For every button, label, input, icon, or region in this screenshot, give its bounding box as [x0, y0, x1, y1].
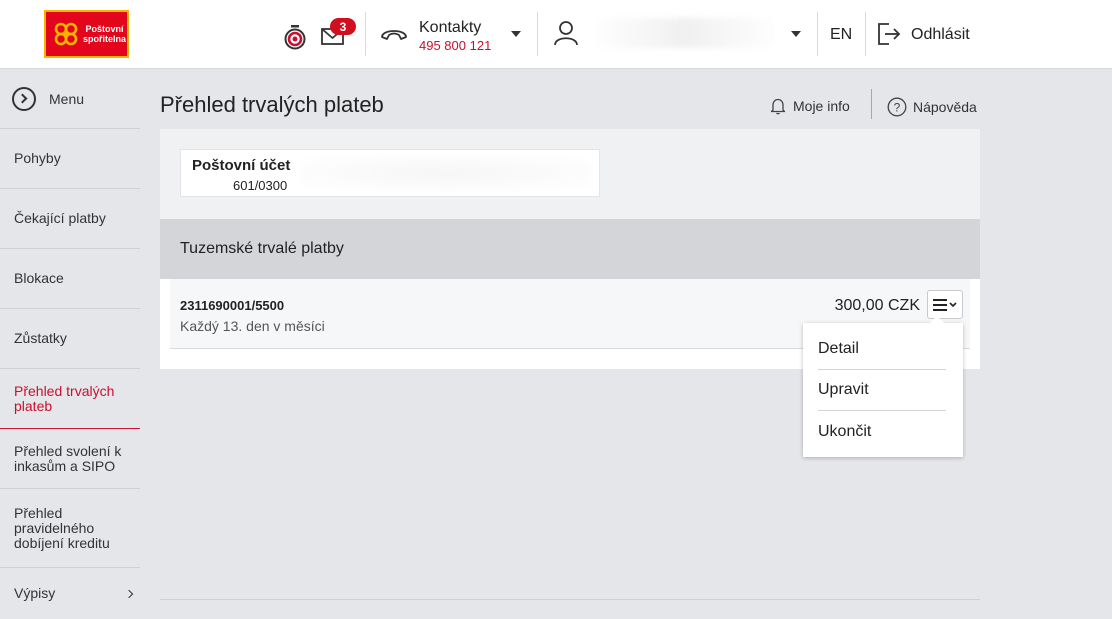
user-name-redacted: [590, 18, 780, 48]
contacts-chevron-down-icon[interactable]: [511, 31, 521, 37]
sidebar-item-label: Přehled svolení k inkasům a SIPO: [14, 442, 122, 474]
svg-text:?: ?: [894, 101, 901, 115]
user-chevron-down-icon[interactable]: [791, 31, 801, 37]
clover-icon: [54, 22, 78, 46]
help-label: Nápověda: [913, 99, 977, 115]
sidebar: Menu Pohyby Čekající platby Blokace Zůst…: [0, 69, 140, 619]
account-selector[interactable]: Poštovní účet 601/0300: [180, 149, 600, 197]
sidebar-item-label: Výpisy: [14, 585, 56, 601]
chevron-right-icon: [124, 589, 134, 598]
link-divider: [871, 89, 872, 119]
sidebar-item-label: Přehled trvalých plateb: [14, 382, 115, 414]
language-switch[interactable]: EN: [830, 26, 852, 44]
mail-count-badge: 3: [330, 18, 356, 35]
header-divider: [817, 12, 818, 56]
section-header: Tuzemské trvalé platby: [160, 219, 980, 279]
dropdown-item-ukoncit[interactable]: Ukončit: [818, 411, 946, 452]
my-info-link[interactable]: Moje info: [769, 97, 850, 115]
sidebar-item-blokace[interactable]: Blokace: [0, 249, 140, 309]
sidebar-item-cekajici-platby[interactable]: Čekající platby: [0, 189, 140, 249]
header-divider: [865, 12, 866, 56]
row-actions-dropdown: Detail Upravit Ukončit: [803, 316, 963, 457]
bell-icon: [770, 98, 786, 115]
logout-icon[interactable]: [877, 22, 901, 46]
phone-icon[interactable]: [380, 26, 408, 42]
payment-frequency: Každý 13. den v měsíci: [180, 318, 325, 334]
account-number: 601/0300: [233, 178, 288, 193]
sidebar-item-label: Čekající platby: [14, 210, 106, 226]
sidebar-item-label: Přehled pravidelného dobíjení kreditu: [14, 504, 110, 551]
chevron-right-circle-icon: [12, 86, 36, 111]
payment-amount: 300,00 CZK: [834, 297, 920, 314]
header-divider: [365, 12, 366, 56]
account-selector-band: Poštovní účet 601/0300: [160, 129, 980, 219]
my-info-label: Moje info: [793, 98, 850, 114]
sidebar-item-prehled-trvalych-plateb[interactable]: Přehled trvalých plateb: [0, 369, 140, 429]
sidebar-item-pohyby[interactable]: Pohyby: [0, 129, 140, 189]
sidebar-item-label: Blokace: [14, 270, 64, 286]
contacts-label[interactable]: Kontakty: [419, 19, 481, 37]
timer-icon[interactable]: [283, 24, 307, 50]
help-icon: ?: [887, 97, 907, 117]
dropdown-item-detail[interactable]: Detail: [818, 329, 946, 370]
sidebar-item-prehled-svoleni[interactable]: Přehled svolení k inkasům a SIPO: [0, 429, 140, 489]
page-title: Přehled trvalých plateb: [160, 92, 384, 117]
footer-divider: [160, 599, 980, 600]
top-header: Poštovní spořitelna 3 Kontakty 495 800 1…: [0, 0, 1112, 69]
header-divider: [537, 12, 538, 56]
sidebar-item-label: Pohyby: [14, 150, 61, 166]
user-icon[interactable]: [553, 20, 579, 46]
sidebar-item-zustatky[interactable]: Zůstatky: [0, 309, 140, 369]
menu-toggle-button[interactable]: Menu: [0, 69, 140, 129]
section-title: Tuzemské trvalé platby: [180, 240, 344, 257]
dropdown-item-upravit[interactable]: Upravit: [818, 370, 946, 411]
help-link[interactable]: ? Nápověda: [887, 97, 977, 117]
sidebar-item-label: Zůstatky: [14, 330, 67, 346]
contacts-phone[interactable]: 495 800 121: [419, 38, 491, 53]
account-name: Poštovní účet: [192, 157, 291, 174]
menu-label: Menu: [49, 90, 85, 107]
logo-text: Poštovní spořitelna: [83, 24, 127, 44]
account-redacted-area: [301, 156, 591, 190]
sidebar-item-vypisy[interactable]: Výpisy: [0, 568, 140, 619]
postovni-sporitelna-logo[interactable]: Poštovní spořitelna: [44, 10, 129, 58]
logout-button[interactable]: Odhlásit: [911, 26, 970, 44]
recipient-account: 2311690001/5500: [180, 298, 285, 313]
hamburger-menu-icon: [933, 298, 957, 311]
sidebar-item-dobijeni-kreditu[interactable]: Přehled pravidelného dobíjení kreditu: [0, 489, 140, 568]
row-actions-button[interactable]: [927, 290, 963, 319]
